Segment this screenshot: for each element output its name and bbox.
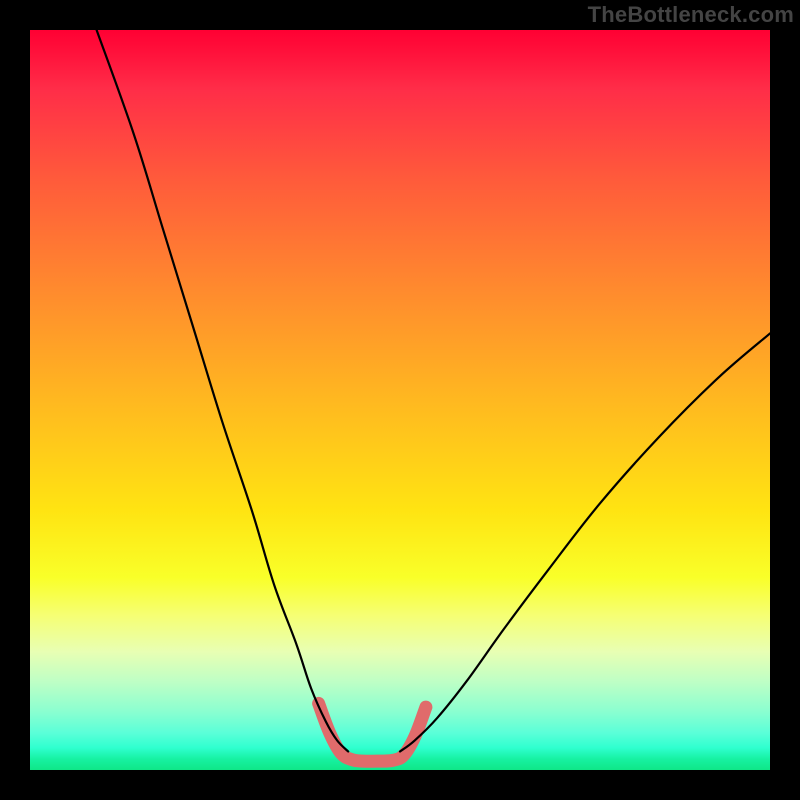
curves-layer xyxy=(30,30,770,770)
right-curve-path xyxy=(400,333,770,751)
chart-frame: TheBottleneck.com xyxy=(0,0,800,800)
watermark-text: TheBottleneck.com xyxy=(588,2,794,28)
valley-highlight-path xyxy=(319,703,426,761)
left-curve-path xyxy=(97,30,349,752)
plot-area xyxy=(30,30,770,770)
